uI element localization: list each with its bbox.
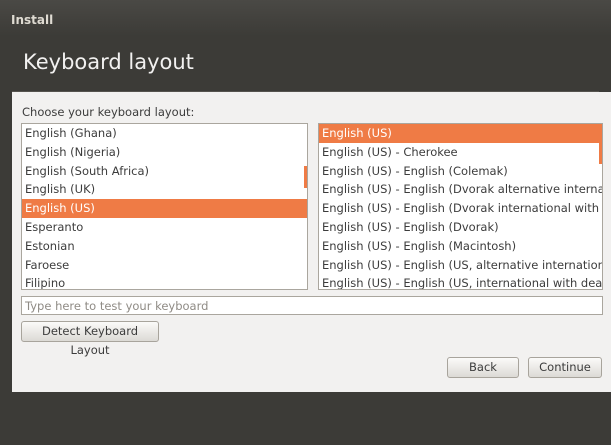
variant-item[interactable]: English (US) - English (Dvorak alternati… [319, 180, 602, 199]
layout-item[interactable]: English (UK) [22, 180, 307, 199]
layout-item[interactable]: Esperanto [22, 218, 307, 237]
layout-prompt: Choose your keyboard layout: [22, 105, 195, 119]
variant-item[interactable]: English (US) - Cherokee [319, 143, 602, 162]
variant-item[interactable]: English (US) - English (Dvorak internati… [319, 199, 602, 218]
variant-item[interactable]: English (US) - English (Colemak) [319, 162, 602, 181]
layout-item[interactable]: Estonian [22, 237, 307, 256]
detect-layout-button[interactable]: Detect Keyboard Layout [21, 321, 159, 357]
window-title: Install [11, 13, 54, 27]
variant-item[interactable]: English (US) - English (Macintosh) [319, 237, 602, 256]
layout-list-scroll-indicator[interactable] [304, 166, 307, 188]
layout-item[interactable]: Faroese [22, 256, 307, 275]
variant-item[interactable]: English (US) - English (Dvorak) [319, 218, 602, 237]
content-panel: Choose your keyboard layout: English (Gh… [12, 92, 611, 392]
variant-item-selected[interactable]: English (US) [319, 124, 602, 143]
layout-item[interactable]: English (South Africa) [22, 162, 307, 181]
variant-item[interactable]: English (US) - English (US, internationa… [319, 274, 602, 289]
variant-list-scroll-indicator[interactable] [599, 124, 602, 164]
keyboard-test-input[interactable] [21, 296, 603, 315]
layout-item[interactable]: Filipino [22, 274, 307, 289]
footer-area [0, 392, 611, 445]
layout-item[interactable]: English (Nigeria) [22, 143, 307, 162]
layout-item-selected[interactable]: English (US) [22, 199, 307, 218]
continue-button[interactable]: Continue [528, 357, 602, 378]
layout-list[interactable]: English (Ghana) English (Nigeria) Englis… [21, 123, 308, 290]
page-title: Keyboard layout [23, 50, 194, 74]
back-button[interactable]: Back [447, 357, 519, 378]
page-header: Keyboard layout [0, 36, 611, 92]
variant-item[interactable]: English (US) - English (US, alternative … [319, 256, 602, 275]
variant-list[interactable]: English (US) English (US) - Cherokee Eng… [318, 123, 603, 290]
window-titlebar: Install [0, 0, 611, 36]
layout-item[interactable]: English (Ghana) [22, 124, 307, 143]
